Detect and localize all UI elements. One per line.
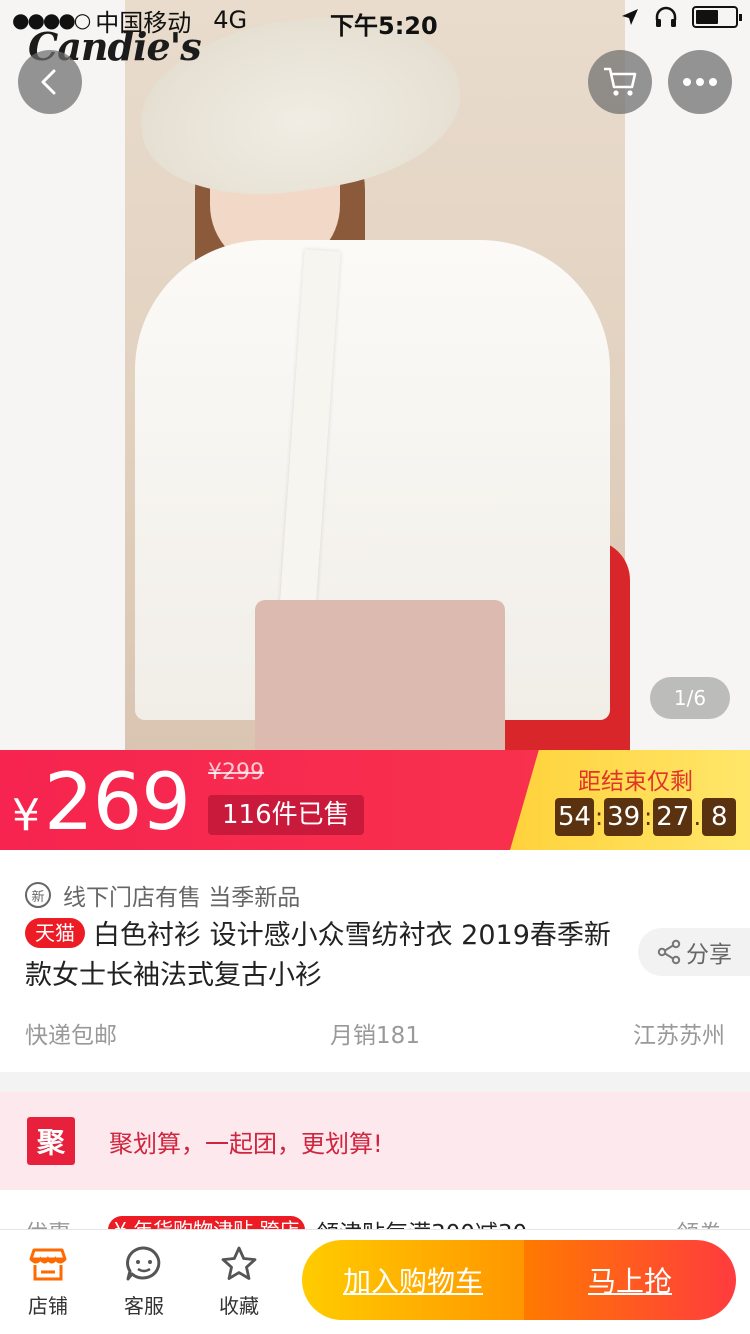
countdown-timer: 54 : 39 : 27 . 8 [555,798,737,836]
network-type: 4G [213,6,248,34]
headphones-icon [655,6,677,27]
tab-shop-label: 店铺 [28,1294,68,1318]
status-right [620,6,742,28]
countdown-panel: 距结束仅剩 54 : 39 : 27 . 8 [510,750,750,850]
countdown-label: 距结束仅剩 [578,769,693,795]
signal-indicator: ●●●●○ [12,8,91,32]
price-banner: ¥ 269 ¥299 116件已售 距结束仅剩 54 : 39 : 27 . 8 [0,750,750,850]
image-pager: 1/6 [650,677,730,719]
photo-pants [255,600,505,750]
new-badge-icon: 新 [25,882,51,908]
shop-icon [29,1248,67,1281]
monthly-sales: 月销181 [330,1023,420,1049]
countdown-hours: 54 [555,798,595,836]
more-icon [683,78,717,86]
more-button[interactable] [668,50,732,114]
share-label: 分享 [686,942,732,968]
tab-favorite-label: 收藏 [219,1294,259,1318]
share-icon [657,939,681,965]
share-button[interactable]: 分享 [638,928,750,976]
currency-symbol: ¥ [12,790,40,841]
sold-count: 116件已售 [208,795,364,835]
juhuasuan-text: 聚划算，一起团，更划算! [109,1129,383,1158]
bottom-action-bar: 店铺 客服 收藏 加入购物车 马上抢 [0,1230,750,1334]
juhuasuan-banner[interactable]: 聚 聚划算，一起团，更划算! [0,1092,750,1190]
tab-service-label: 客服 [124,1294,164,1318]
countdown-tenths: 8 [702,798,737,836]
ship-location: 江苏苏州 [633,1023,725,1049]
new-arrival-row: 新 线下门店有售 当季新品 [25,878,300,912]
cart-icon [604,67,637,96]
location-arrow-icon [622,9,638,25]
battery-icon [692,6,742,28]
carrier-name: 中国移动 [95,8,192,37]
star-icon [221,1246,257,1280]
status-time: 下午5:20 [330,12,438,40]
countdown-separator: : [595,803,604,831]
cart-button[interactable] [588,50,652,114]
countdown-minutes: 39 [604,798,644,836]
shipping-info: 快递包邮 [25,1023,117,1049]
juhuasuan-icon: 聚 [27,1117,75,1165]
back-icon [41,69,56,95]
meta-row: 快递包邮 月销181 江苏苏州 [25,1016,725,1050]
tab-shop[interactable]: 店铺 [8,1244,88,1319]
product-image-carousel[interactable]: Candie's 1/6 [0,0,750,750]
countdown-separator: : [644,803,653,831]
back-button[interactable] [18,50,82,114]
tab-favorite[interactable]: 收藏 [199,1244,279,1319]
status-bar: ●●●●○ 中国移动 4G 下午5:20 [0,0,750,40]
tab-service[interactable]: 客服 [104,1244,184,1319]
product-title: 天猫 白色衬衫 设计感小众雪纺衬衣 2019春季新款女士长袖法式复古小衫 [25,916,625,996]
section-divider [0,1072,750,1092]
add-to-cart-button[interactable]: 加入购物车 [302,1240,524,1320]
current-price: 269 [44,758,191,848]
new-arrival-text: 线下门店有售 当季新品 [63,885,301,911]
tmall-badge: 天猫 [25,918,85,948]
buy-now-button[interactable]: 马上抢 [524,1240,736,1320]
countdown-seconds: 27 [653,798,693,836]
customer-service-icon [126,1246,161,1281]
product-title-text: 白色衬衫 设计感小众雪纺衬衣 2019春季新款女士长袖法式复古小衫 [25,920,611,991]
original-price: ¥299 [208,760,264,785]
countdown-separator: . [693,803,702,831]
product-info: 新 线下门店有售 当季新品 天猫 白色衬衫 设计感小众雪纺衬衣 2019春季新款女… [0,850,750,1072]
